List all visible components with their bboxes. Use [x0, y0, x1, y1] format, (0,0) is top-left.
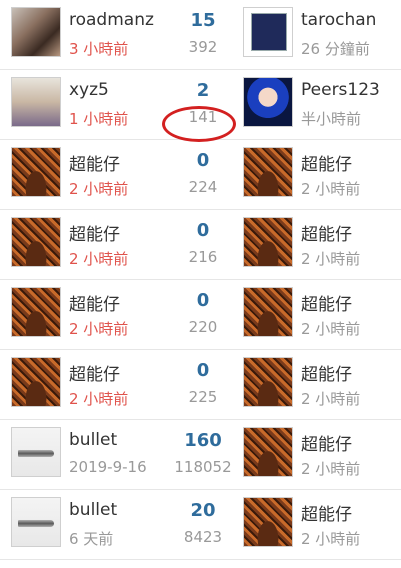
view-count: 224 — [188, 178, 218, 196]
last-post-time: 2 小時前 — [301, 180, 361, 198]
post-time: 2 小時前 — [69, 180, 129, 198]
last-post-time: 2 小時前 — [301, 390, 361, 408]
last-poster-name[interactable]: 超能仔 — [301, 150, 352, 175]
author-name[interactable]: 超能仔 — [69, 290, 120, 315]
reply-count: 0 — [196, 220, 210, 241]
last-poster-avatar[interactable] — [243, 357, 293, 407]
last-poster-avatar[interactable] — [243, 287, 293, 337]
last-poster-avatar[interactable] — [243, 217, 293, 267]
author-name[interactable]: 超能仔 — [69, 150, 120, 175]
reply-count: 0 — [196, 360, 210, 381]
post-time: 1 小時前 — [69, 110, 129, 128]
author-name[interactable]: 超能仔 — [69, 220, 120, 245]
reply-count: 15 — [190, 10, 216, 31]
last-poster-avatar[interactable] — [243, 427, 293, 477]
reply-count: 0 — [196, 150, 210, 171]
last-poster-name[interactable]: Peers123 — [301, 80, 380, 100]
view-count: 141 — [188, 108, 218, 126]
author-name[interactable]: bullet — [69, 430, 117, 450]
view-count: 118052 — [174, 458, 232, 476]
thread-row[interactable]: 超能仔 2 小時前 0 220 超能仔 2 小時前 — [0, 280, 401, 350]
last-poster-name[interactable]: 超能仔 — [301, 500, 352, 525]
thread-row[interactable]: roadmanz 3 小時前 15 392 tarochan 26 分鐘前 — [0, 0, 401, 70]
view-count: 220 — [188, 318, 218, 336]
last-poster-avatar[interactable] — [243, 77, 293, 127]
last-post-time: 2 小時前 — [301, 460, 361, 478]
author-name[interactable]: xyz5 — [69, 80, 109, 100]
last-post-time: 半小時前 — [301, 110, 362, 128]
thread-row[interactable]: 超能仔 2 小時前 0 224 超能仔 2 小時前 — [0, 140, 401, 210]
author-avatar[interactable] — [11, 357, 61, 407]
last-post-time: 2 小時前 — [301, 320, 361, 338]
last-poster-name[interactable]: 超能仔 — [301, 220, 352, 245]
last-poster-avatar[interactable] — [243, 147, 293, 197]
last-poster-avatar[interactable] — [243, 497, 293, 547]
thread-row[interactable]: 超能仔 2 小時前 0 216 超能仔 2 小時前 — [0, 210, 401, 280]
post-time: 2 小時前 — [69, 390, 129, 408]
bullet-icon — [18, 450, 54, 457]
author-name[interactable]: bullet — [69, 500, 117, 520]
bullet-icon — [18, 520, 54, 527]
reply-count: 20 — [190, 500, 216, 521]
last-post-time: 26 分鐘前 — [301, 40, 370, 58]
last-post-time: 2 小時前 — [301, 250, 361, 268]
post-time: 2019-9-16 — [69, 458, 147, 476]
author-avatar[interactable] — [11, 287, 61, 337]
post-time: 2 小時前 — [69, 250, 129, 268]
view-count: 216 — [188, 248, 218, 266]
thread-row[interactable]: xyz5 1 小時前 2 141 Peers123 半小時前 — [0, 70, 401, 140]
reply-count: 0 — [196, 290, 210, 311]
last-post-time: 2 小時前 — [301, 530, 361, 548]
author-avatar[interactable] — [11, 77, 61, 127]
author-name[interactable]: roadmanz — [69, 10, 154, 30]
thread-row[interactable]: bullet 6 天前 20 8423 超能仔 2 小時前 — [0, 490, 401, 560]
reply-count: 160 — [184, 430, 222, 451]
author-avatar[interactable] — [11, 497, 61, 547]
author-avatar[interactable] — [11, 7, 61, 57]
post-time: 3 小時前 — [69, 40, 129, 58]
author-avatar[interactable] — [11, 427, 61, 477]
last-poster-avatar[interactable] — [243, 7, 293, 57]
last-poster-name[interactable]: 超能仔 — [301, 430, 352, 455]
thread-row[interactable]: bullet 2019-9-16 160 118052 超能仔 2 小時前 — [0, 420, 401, 490]
author-avatar[interactable] — [11, 147, 61, 197]
author-avatar[interactable] — [11, 217, 61, 267]
view-count: 8423 — [183, 528, 223, 546]
blue-card-image — [252, 14, 286, 50]
view-count: 392 — [188, 38, 218, 56]
post-time: 2 小時前 — [69, 320, 129, 338]
last-poster-name[interactable]: tarochan — [301, 10, 376, 30]
reply-count: 2 — [196, 80, 210, 101]
last-poster-name[interactable]: 超能仔 — [301, 290, 352, 315]
post-time: 6 天前 — [69, 530, 114, 548]
view-count: 225 — [188, 388, 218, 406]
thread-row[interactable]: 超能仔 2 小時前 0 225 超能仔 2 小時前 — [0, 350, 401, 420]
author-name[interactable]: 超能仔 — [69, 360, 120, 385]
thread-list: roadmanz 3 小時前 15 392 tarochan 26 分鐘前 xy… — [0, 0, 401, 560]
last-poster-name[interactable]: 超能仔 — [301, 360, 352, 385]
